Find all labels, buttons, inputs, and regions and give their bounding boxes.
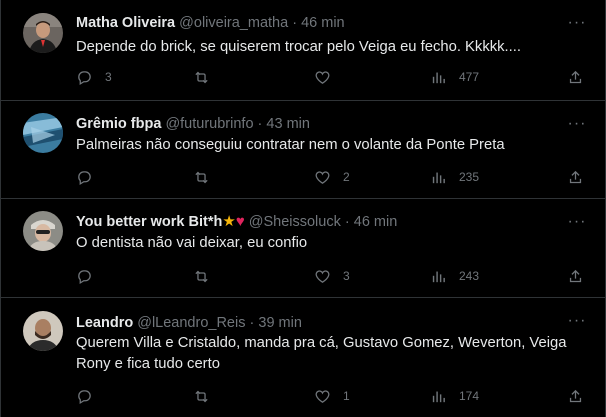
view-count: 477 [459, 70, 480, 84]
tweet-actions: 2 235 [1, 167, 605, 187]
tweet-actions: 1 174 [1, 386, 605, 406]
tweet[interactable]: Matha Oliveira @oliveira_matha · 46 min … [1, 0, 605, 101]
heart-icon [315, 70, 330, 84]
views-icon [432, 391, 445, 402]
reply-icon [78, 389, 91, 404]
separator-dot: · [249, 315, 255, 331]
share-icon [569, 389, 582, 402]
reply-icon [78, 269, 91, 284]
view-count: 235 [459, 170, 480, 184]
heart-icon [315, 389, 330, 403]
more-options-icon[interactable]: ··· [567, 114, 587, 134]
views-button[interactable]: 477 [430, 67, 479, 87]
timeline-feed: Matha Oliveira @oliveira_matha · 46 min … [0, 0, 606, 417]
tweet-header: Matha Oliveira @oliveira_matha · 46 min [76, 14, 345, 32]
avatar[interactable] [23, 311, 63, 351]
timestamp[interactable]: 39 min [258, 315, 302, 331]
tweet-header: Leandro @lLeandro_Reis · 39 min [76, 314, 302, 332]
timestamp[interactable]: 46 min [354, 214, 398, 230]
share-button[interactable] [567, 386, 584, 406]
separator-dot: · [257, 116, 263, 132]
reply-count: 3 [105, 70, 112, 84]
more-options-icon[interactable]: ··· [567, 13, 587, 33]
reply-button[interactable] [76, 386, 105, 406]
retweet-icon [195, 171, 208, 183]
retweet-button[interactable] [193, 386, 222, 406]
share-icon [569, 70, 582, 83]
retweet-icon [195, 270, 208, 282]
views-button[interactable]: 235 [430, 167, 479, 187]
tweet-text: O dentista não vai deixar, eu confio [76, 235, 308, 251]
tweet-header: Grêmio fbpa @futurubrinfo · 43 min [76, 115, 310, 133]
user-handle[interactable]: @Sheissoluck [249, 214, 341, 230]
tweet-actions: 3 477 [1, 67, 605, 87]
heart-emoji-icon: ♥ [235, 213, 245, 230]
like-button[interactable]: 3 [314, 266, 350, 286]
user-handle[interactable]: @futurubrinfo [165, 116, 253, 132]
avatar[interactable] [23, 113, 63, 153]
like-count: 3 [343, 269, 350, 283]
tweet[interactable]: Grêmio fbpa @futurubrinfo · 43 min ··· P… [1, 101, 605, 199]
retweet-button[interactable] [193, 266, 222, 286]
display-name[interactable]: Grêmio fbpa [76, 116, 161, 132]
retweet-icon [195, 390, 208, 402]
timestamp[interactable]: 43 min [266, 116, 310, 132]
tweet[interactable]: You better work Bit*h★♥ @Sheissoluck · 4… [1, 199, 605, 298]
tweet-header: You better work Bit*h★♥ @Sheissoluck · 4… [76, 213, 397, 231]
like-count: 2 [343, 170, 350, 184]
timestamp[interactable]: 46 min [301, 15, 345, 31]
retweet-icon [195, 71, 208, 83]
view-count: 174 [459, 389, 480, 403]
views-icon [432, 72, 445, 83]
star-emoji-icon: ★ [222, 213, 236, 230]
like-count: 1 [343, 389, 350, 403]
views-icon [432, 271, 445, 282]
tweet[interactable]: Leandro @lLeandro_Reis · 39 min ··· Quer… [1, 298, 605, 417]
reply-button[interactable] [76, 266, 105, 286]
reply-button[interactable] [76, 167, 105, 187]
share-icon [569, 170, 582, 183]
more-options-icon[interactable]: ··· [567, 311, 587, 331]
tweet-text: Depende do brick, se quiserem trocar pel… [76, 39, 521, 55]
avatar[interactable] [23, 13, 63, 53]
tweet-actions: 3 243 [1, 266, 605, 286]
view-count: 243 [459, 269, 480, 283]
share-button[interactable] [567, 266, 584, 286]
share-button[interactable] [567, 67, 584, 87]
reply-icon [78, 70, 91, 85]
like-button[interactable]: 1 [314, 386, 350, 406]
views-icon [432, 172, 445, 183]
more-options-icon[interactable]: ··· [567, 212, 587, 232]
share-button[interactable] [567, 167, 584, 187]
share-icon [569, 269, 582, 282]
reply-button[interactable]: 3 [76, 67, 112, 87]
display-name[interactable]: Matha Oliveira [76, 15, 175, 31]
user-handle[interactable]: @lLeandro_Reis [137, 315, 245, 331]
heart-icon [315, 269, 330, 283]
avatar[interactable] [23, 211, 63, 251]
separator-dot: · [344, 214, 350, 230]
separator-dot: · [292, 15, 298, 31]
user-handle[interactable]: @oliveira_matha [179, 15, 288, 31]
like-button[interactable]: 2 [314, 167, 350, 187]
views-button[interactable]: 243 [430, 266, 479, 286]
retweet-button[interactable] [193, 167, 222, 187]
views-button[interactable]: 174 [430, 386, 479, 406]
heart-icon [315, 170, 330, 184]
retweet-button[interactable] [193, 67, 222, 87]
tweet-text: Querem Villa e Cristaldo, manda pra cá, … [76, 335, 567, 372]
like-button[interactable] [314, 67, 343, 87]
reply-icon [78, 170, 91, 185]
display-name[interactable]: Leandro [76, 315, 133, 331]
display-name[interactable]: You better work Bit*h [76, 214, 222, 230]
tweet-text: Palmeiras não conseguiu contratar nem o … [76, 137, 505, 153]
